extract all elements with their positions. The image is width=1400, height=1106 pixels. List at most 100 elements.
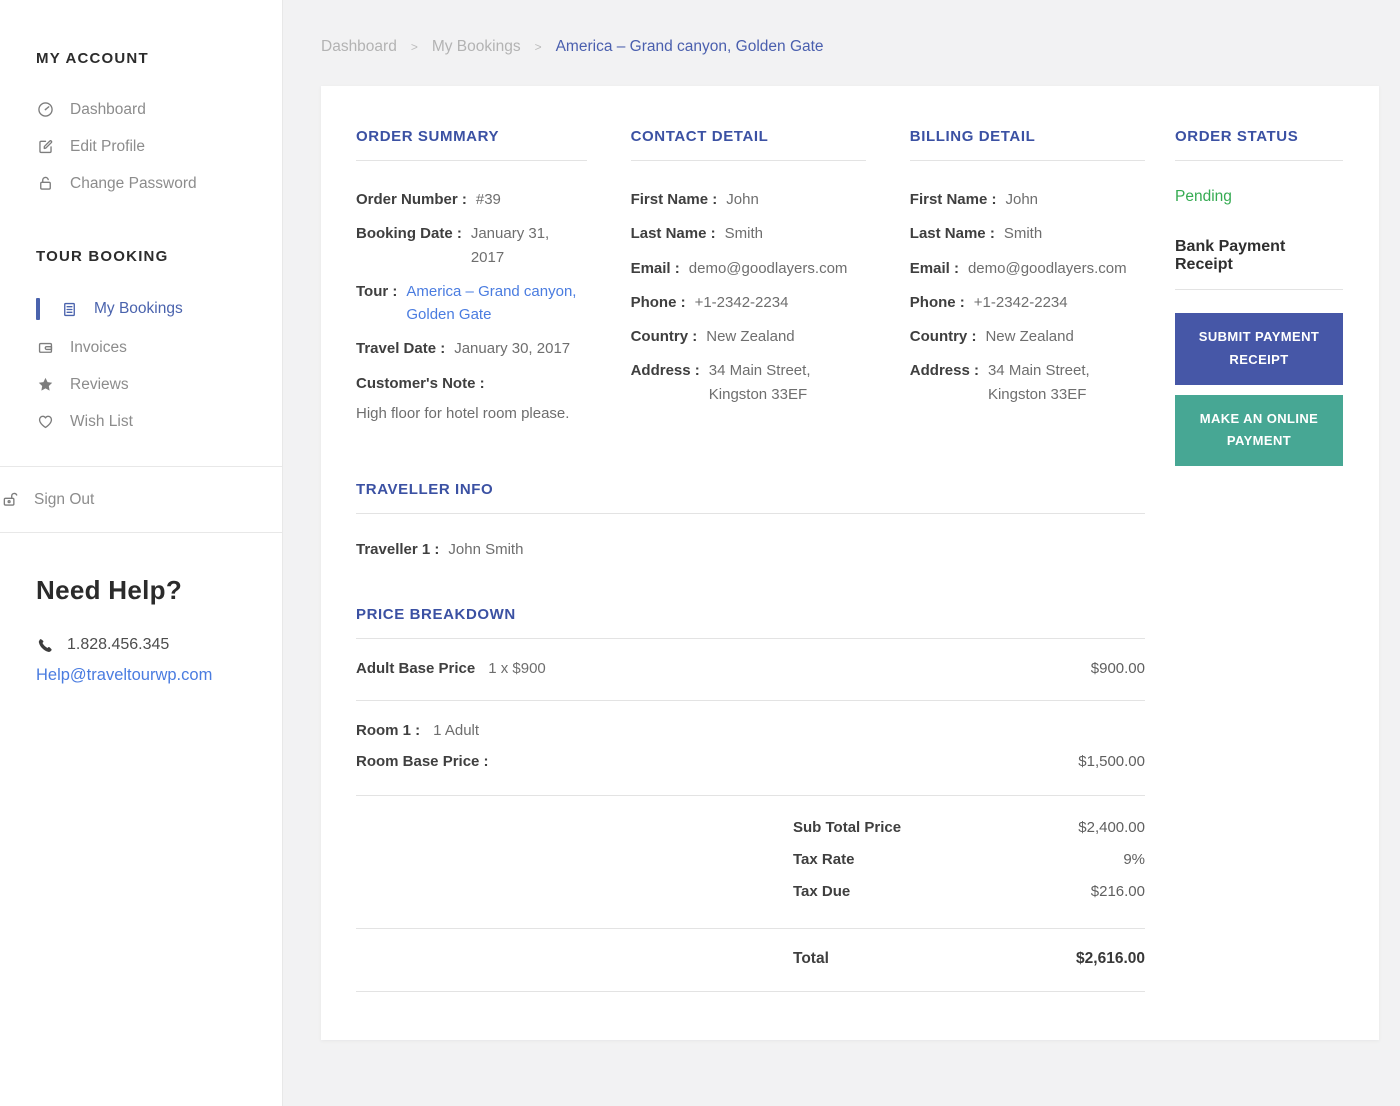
field-label: First Name : (630, 191, 718, 208)
sidebar-heading-my-account: MY ACCOUNT (36, 50, 149, 67)
field-label: Phone : (909, 293, 965, 311)
lock-icon (36, 174, 55, 193)
sidebar-item-change-password[interactable]: Change Password (36, 165, 262, 202)
edit-icon (36, 137, 55, 156)
price-row-adult-base: Adult Base Price 1 x $900 $900.00 (356, 639, 1145, 700)
sidebar-item-dashboard[interactable]: Dashboard (36, 91, 262, 128)
tour-link-line: Golden Gate (406, 306, 492, 323)
heart-icon (36, 412, 55, 431)
address-line: Kingston 33EF (987, 385, 1087, 403)
field-label: Travel Date : (356, 340, 446, 358)
field-label: Last Name : (630, 225, 716, 243)
sidebar-item-my-bookings[interactable]: My Bookings (36, 289, 262, 329)
bank-payment-receipt-heading: Bank Payment Receipt (1175, 238, 1286, 273)
detail-row-travel-date: Travel Date : January 30, 2017 (356, 337, 587, 360)
sidebar-heading-tour-booking: TOUR BOOKING (36, 248, 169, 265)
chevron-right-icon: > (410, 40, 418, 54)
detail-row-last-name: Last Name : Smith (631, 222, 866, 245)
price-qty: 1 x $900 (488, 660, 546, 677)
detail-row-first-name: First Name : John (631, 188, 866, 211)
sidebar-divider (0, 532, 282, 533)
make-online-payment-button[interactable]: MAKE AN ONLINE PAYMENT (1175, 394, 1343, 466)
field-value: Smith (1003, 225, 1043, 243)
field-value: John Smith (448, 541, 524, 558)
field-value: 34 Main Street, Kingston 33EF (709, 359, 811, 406)
sidebar-item-label: Sign Out (34, 490, 95, 508)
sidebar-item-edit-profile[interactable]: Edit Profile (36, 128, 262, 165)
app-root: MY ACCOUNT Dashboard Edit Profile Change… (0, 0, 1400, 1106)
status-badge: Pending (1175, 188, 1232, 205)
dashboard-icon (36, 100, 55, 119)
help-phone-number: 1.828.456.345 (67, 636, 170, 653)
chevron-right-icon: > (534, 40, 542, 54)
sidebar-item-label: My Bookings (94, 300, 183, 317)
field-value: demo@goodlayers.com (688, 259, 848, 277)
detail-row-phone: Phone : +1-2342-2234 (910, 291, 1145, 314)
total-amount: $2,616.00 (1076, 950, 1145, 967)
price-label: Adult Base Price (356, 660, 476, 677)
price-label: Total (793, 950, 829, 967)
price-amount: $1,500.00 (1078, 753, 1145, 770)
field-label: Email : (630, 259, 680, 277)
section-divider (356, 160, 587, 161)
sidebar-item-sign-out[interactable]: Sign Out (0, 481, 282, 518)
price-divider (356, 991, 1145, 992)
price-amount: $216.00 (1090, 883, 1145, 900)
detail-row-phone: Phone : +1-2342-2234 (631, 291, 866, 314)
price-qty: 1 Adult (433, 722, 480, 739)
tour-link-line: America – Grand canyon, (406, 282, 577, 300)
breadcrumb-item-my-bookings[interactable]: My Bookings (432, 38, 521, 56)
address-line: 34 Main Street, (708, 362, 811, 380)
field-label: Order Number : (356, 191, 467, 208)
field-value: demo@goodlayers.com (967, 259, 1127, 277)
main-area: Dashboard > My Bookings > America – Gran… (283, 0, 1400, 1106)
detail-row-booking-date: Booking Date : January 31, 2017 (356, 222, 587, 269)
sidebar-item-label: Change Password (70, 174, 197, 192)
field-value: +1-2342-2234 (973, 293, 1068, 311)
detail-row-tour: Tour : America – Grand canyon, Golden Ga… (356, 280, 587, 327)
sidebar-item-label: Reviews (70, 375, 129, 393)
billing-detail-title: BILLING DETAIL (909, 128, 1036, 145)
order-summary-body: Order Number : #39 Booking Date : Januar… (356, 188, 587, 425)
submit-payment-receipt-button[interactable]: SUBMIT PAYMENT RECEIPT (1175, 313, 1343, 385)
field-label: Tour : (356, 282, 398, 300)
sidebar-item-label: Invoices (70, 338, 127, 356)
room-block: Room 1 : 1 Adult Room Base Price : $1,50… (356, 701, 1145, 795)
sidebar-item-reviews[interactable]: Reviews (36, 366, 262, 403)
breadcrumb-item-current: America – Grand canyon, Golden Gate (555, 38, 824, 55)
field-value: #39 (475, 191, 501, 208)
contact-detail-section: CONTACT DETAIL First Name : John Last Na… (630, 128, 866, 425)
field-value: John (1005, 191, 1039, 208)
detail-row-country: Country : New Zealand (631, 325, 866, 348)
tour-link[interactable]: America – Grand canyon, Golden Gate (406, 280, 576, 327)
traveller-info-section: TRAVELLER INFO Traveller 1 : John Smith (356, 481, 1145, 558)
field-value: New Zealand (985, 328, 1074, 345)
price-label: Tax Due (793, 883, 851, 900)
sidebar-content: MY ACCOUNT Dashboard Edit Profile Change… (0, 50, 282, 440)
billing-detail-section: BILLING DETAIL First Name : John Last Na… (909, 128, 1145, 425)
summary-row-total: Total $2,616.00 (793, 950, 1145, 968)
help-phone-row: 1.828.456.345 (36, 636, 262, 654)
traveller-row: Traveller 1 : John Smith (356, 541, 1145, 558)
price-amount: $2,400.00 (1078, 819, 1145, 836)
breadcrumb-item-dashboard[interactable]: Dashboard (321, 38, 397, 56)
contact-detail-title: CONTACT DETAIL (630, 128, 769, 145)
price-label: Sub Total Price (793, 819, 902, 836)
star-icon (36, 375, 55, 394)
price-label: Tax Rate (793, 851, 855, 868)
price-row-room-base: Room Base Price : $1,500.00 (356, 753, 1145, 770)
address-line: Kingston 33EF (708, 385, 808, 403)
sidebar-item-wish-list[interactable]: Wish List (36, 403, 262, 440)
field-label: Phone : (630, 293, 686, 311)
detail-row-address: Address : 34 Main Street, Kingston 33EF (631, 359, 866, 406)
breadcrumb: Dashboard > My Bookings > America – Gran… (321, 38, 1379, 56)
booking-detail-card: ORDER SUMMARY Order Number : #39 Booking… (321, 86, 1379, 1040)
field-value: January 31, 2017 (470, 225, 550, 266)
help-email-link[interactable]: Help@traveltourwp.com (36, 666, 212, 685)
section-divider (630, 160, 866, 161)
field-label: First Name : (909, 191, 997, 208)
sidebar-item-invoices[interactable]: Invoices (36, 329, 262, 366)
detail-row-last-name: Last Name : Smith (910, 222, 1145, 245)
phone-icon (36, 637, 53, 654)
field-value: New Zealand (706, 328, 795, 345)
